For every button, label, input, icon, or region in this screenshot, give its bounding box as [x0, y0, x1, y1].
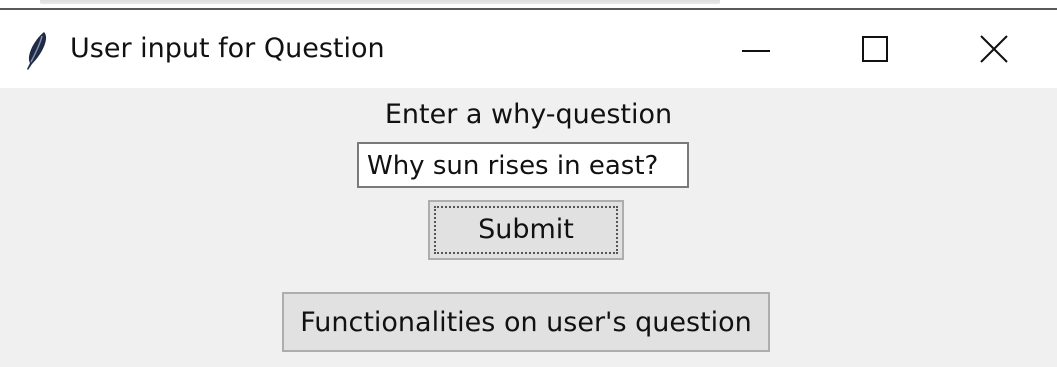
cropped-background-text: [40, 0, 720, 4]
close-button[interactable]: [946, 20, 1042, 78]
dialog-body: Enter a why-question Submit Functionalit…: [0, 88, 1057, 367]
question-input[interactable]: [357, 142, 689, 188]
feather-icon: [22, 30, 50, 72]
functionalities-button[interactable]: Functionalities on user's question: [282, 292, 770, 352]
close-icon: [980, 35, 1008, 63]
minimize-button[interactable]: [706, 20, 802, 78]
maximize-icon: [862, 36, 888, 62]
background-window-edge: [0, 0, 1057, 10]
submit-button[interactable]: Submit: [428, 200, 624, 260]
maximize-button[interactable]: [826, 20, 922, 78]
submit-button-label: Submit: [478, 214, 574, 245]
question-prompt-label: Enter a why-question: [384, 99, 673, 130]
title-bar[interactable]: User input for Question: [0, 10, 1057, 88]
minimize-icon: [742, 50, 770, 52]
window-title: User input for Question: [70, 33, 385, 64]
functionalities-button-label: Functionalities on user's question: [300, 306, 752, 338]
app-window: User input for Question Enter a why-ques…: [0, 0, 1057, 367]
